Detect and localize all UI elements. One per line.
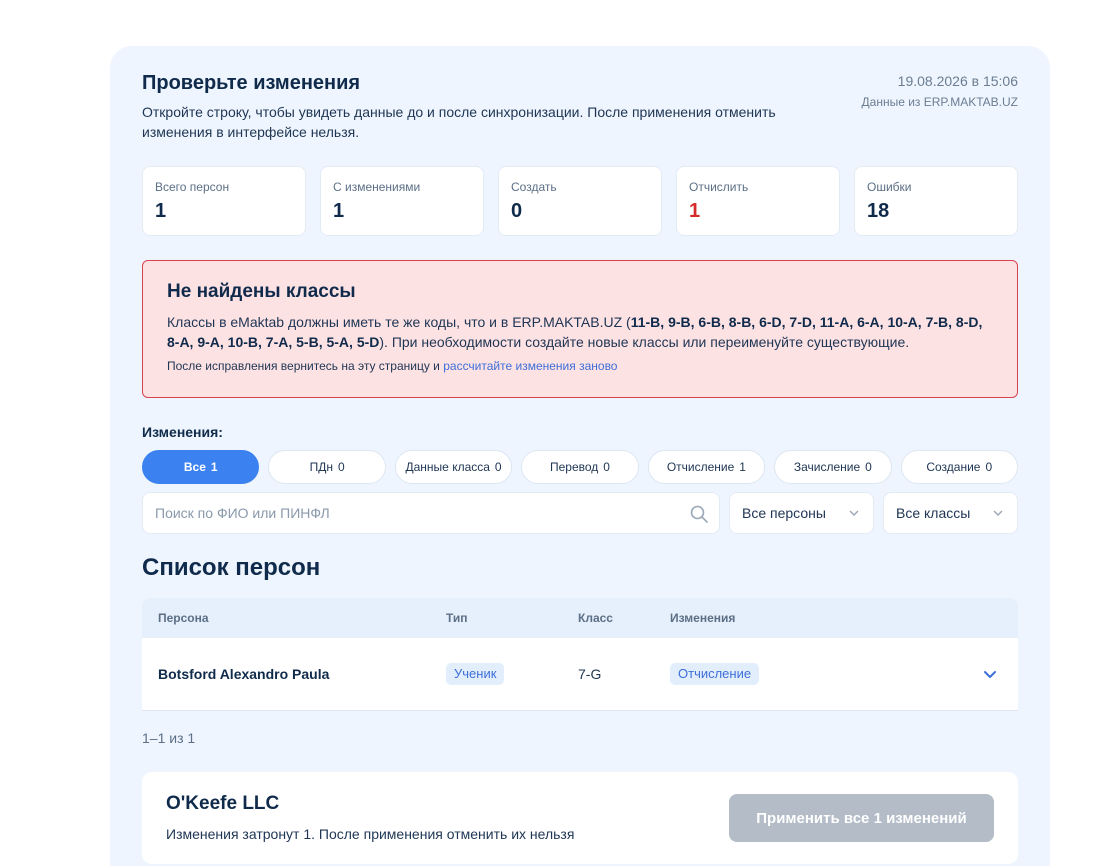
filter-chip-creation[interactable]: Создание 0 (900, 450, 1018, 484)
sync-date: 19.08.2026 в 15:06 (897, 73, 1018, 89)
stats-row: Всего персон 1 С изменениями 1 Создать 0… (142, 166, 1018, 236)
stat-total: Всего персон 1 (142, 166, 306, 236)
chip-label: ПДн (309, 460, 333, 474)
alert-title: Не найдены классы (167, 281, 356, 302)
chevron-down-icon (849, 510, 859, 517)
column-header-changes: Изменения (670, 611, 736, 625)
missing-classes-alert: Не найдены классы Классы в eMaktab должн… (142, 260, 1018, 398)
stat-value: 1 (333, 200, 345, 222)
stat-label: С изменениями (333, 180, 421, 194)
recalculate-link[interactable]: рассчитайте изменения заново (443, 359, 617, 373)
stat-errors: Ошибки 18 (854, 166, 1018, 236)
alert-text: Классы в eMaktab должны иметь те же коды… (167, 312, 993, 352)
stat-value: 1 (689, 200, 701, 222)
stat-changed: С изменениями 1 (320, 166, 484, 236)
stat-label: Создать (511, 180, 557, 194)
stat-label: Отчислить (689, 180, 749, 194)
pagination-info: 1–1 из 1 (142, 730, 196, 746)
person-filter-value: Все персоны (742, 505, 826, 521)
chip-label: Создание (926, 460, 981, 474)
table-header: Персона Тип Класс Изменения (142, 598, 1018, 638)
person-list-title: Список персон (142, 554, 321, 581)
stat-create: Создать 0 (498, 166, 662, 236)
stat-label: Всего персон (155, 180, 230, 194)
filter-chip-transfer[interactable]: Перевод 0 (521, 450, 639, 484)
apply-footer: O'Keefe LLC Изменения затронут 1. После … (142, 772, 1018, 864)
column-header-class: Класс (578, 611, 613, 625)
chip-count: 0 (865, 460, 872, 474)
class-filter-select[interactable]: Все классы (883, 492, 1018, 534)
search-icon (690, 505, 708, 523)
stat-expel: Отчислить 1 (676, 166, 840, 236)
person-type-badge: Ученик (446, 663, 505, 685)
person-class: 7-G (578, 666, 602, 682)
chip-label: Данные класса (405, 460, 490, 474)
person-filter-select[interactable]: Все персоны (729, 492, 874, 534)
apply-warning: Изменения затронут 1. После применения о… (166, 826, 575, 842)
chip-count: 0 (985, 460, 993, 474)
chip-label: Все (183, 460, 206, 474)
stat-value: 18 (867, 200, 890, 222)
organization-name: O'Keefe LLC (166, 793, 280, 814)
chip-label: Зачисление (793, 460, 861, 474)
chip-count: 0 (337, 460, 345, 474)
search-box (142, 492, 720, 534)
class-filter-value: Все классы (896, 505, 971, 521)
chip-count: 1 (739, 460, 746, 474)
chevron-down-icon (993, 510, 1003, 517)
chip-count: 0 (494, 460, 502, 474)
review-panel: Проверьте изменения Откройте строку, что… (110, 46, 1050, 866)
chip-label: Перевод (549, 460, 599, 474)
filter-chip-class-data[interactable]: Данные класса 0 (394, 450, 513, 484)
column-header-type: Тип (446, 611, 468, 625)
apply-all-button[interactable]: Применить все 1 изменений (729, 794, 994, 842)
filter-chip-all[interactable]: Все 1 (142, 450, 260, 484)
stat-label: Ошибки (867, 180, 912, 194)
change-type-badge: Отчисление (670, 663, 760, 685)
chip-count: 0 (603, 460, 610, 474)
alert-text-after: ). При необходимости создайте новые клас… (379, 334, 910, 350)
change-filter-chips: Все 1 ПДн 0 Данные класса 0 Перевод 0 Отчисл… (142, 450, 1018, 484)
chip-count: 1 (210, 460, 218, 474)
alert-footnote: После исправления вернитесь на эту стран… (167, 359, 993, 373)
stat-value: 0 (511, 200, 523, 222)
stat-value: 1 (155, 200, 167, 222)
data-source: Данные из ERP.MAKTAB.UZ (861, 95, 1018, 109)
alert-text-before: Классы в eMaktab должны иметь те же коды… (167, 314, 631, 330)
alert-foot-text: После исправления вернитесь на эту стран… (167, 359, 444, 373)
filter-chip-enrollment[interactable]: Зачисление 0 (774, 450, 892, 484)
person-name: Botsford Alexandro Paula (158, 666, 330, 682)
search-input[interactable] (143, 493, 663, 533)
chip-label: Отчисление (666, 460, 735, 474)
changes-label: Изменения: (142, 424, 223, 440)
column-header-person: Персона (158, 611, 209, 625)
chevron-down-icon[interactable] (982, 666, 998, 682)
page-title: Проверьте изменения (142, 72, 361, 94)
page-subtitle: Откройте строку, чтобы увидеть данные до… (142, 104, 776, 140)
person-table: Персона Тип Класс Изменения Botsford Ale… (142, 598, 1018, 711)
filter-chip-pdn[interactable]: ПДн 0 (268, 450, 386, 484)
table-row[interactable]: Botsford Alexandro Paula Ученик 7-G Отчи… (142, 638, 1018, 711)
filter-chip-expulsion[interactable]: Отчисление 1 (647, 450, 766, 484)
